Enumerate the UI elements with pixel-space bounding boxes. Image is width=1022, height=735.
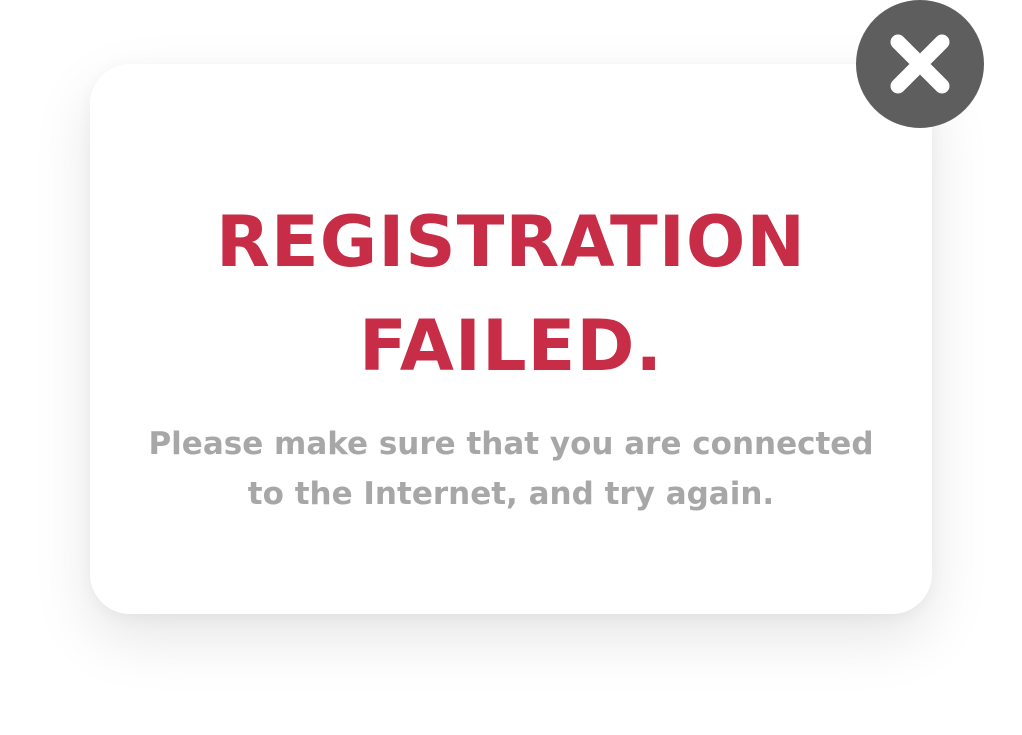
modal-overlay: REGISTRATION FAILED. Please make sure th… xyxy=(0,0,1022,735)
close-icon xyxy=(890,34,950,94)
dialog-message: Please make sure that you are connected … xyxy=(130,419,892,519)
close-button[interactable] xyxy=(856,0,984,128)
dialog-title-line-1: REGISTRATION xyxy=(216,201,806,283)
dialog-message-line-2: to the Internet, and try again. xyxy=(247,476,775,512)
dialog-title-line-2: FAILED. xyxy=(358,305,664,387)
error-dialog: REGISTRATION FAILED. Please make sure th… xyxy=(90,64,932,614)
dialog-title: REGISTRATION FAILED. xyxy=(90,190,932,398)
dialog-message-line-1: Please make sure that you are connected xyxy=(148,426,874,462)
